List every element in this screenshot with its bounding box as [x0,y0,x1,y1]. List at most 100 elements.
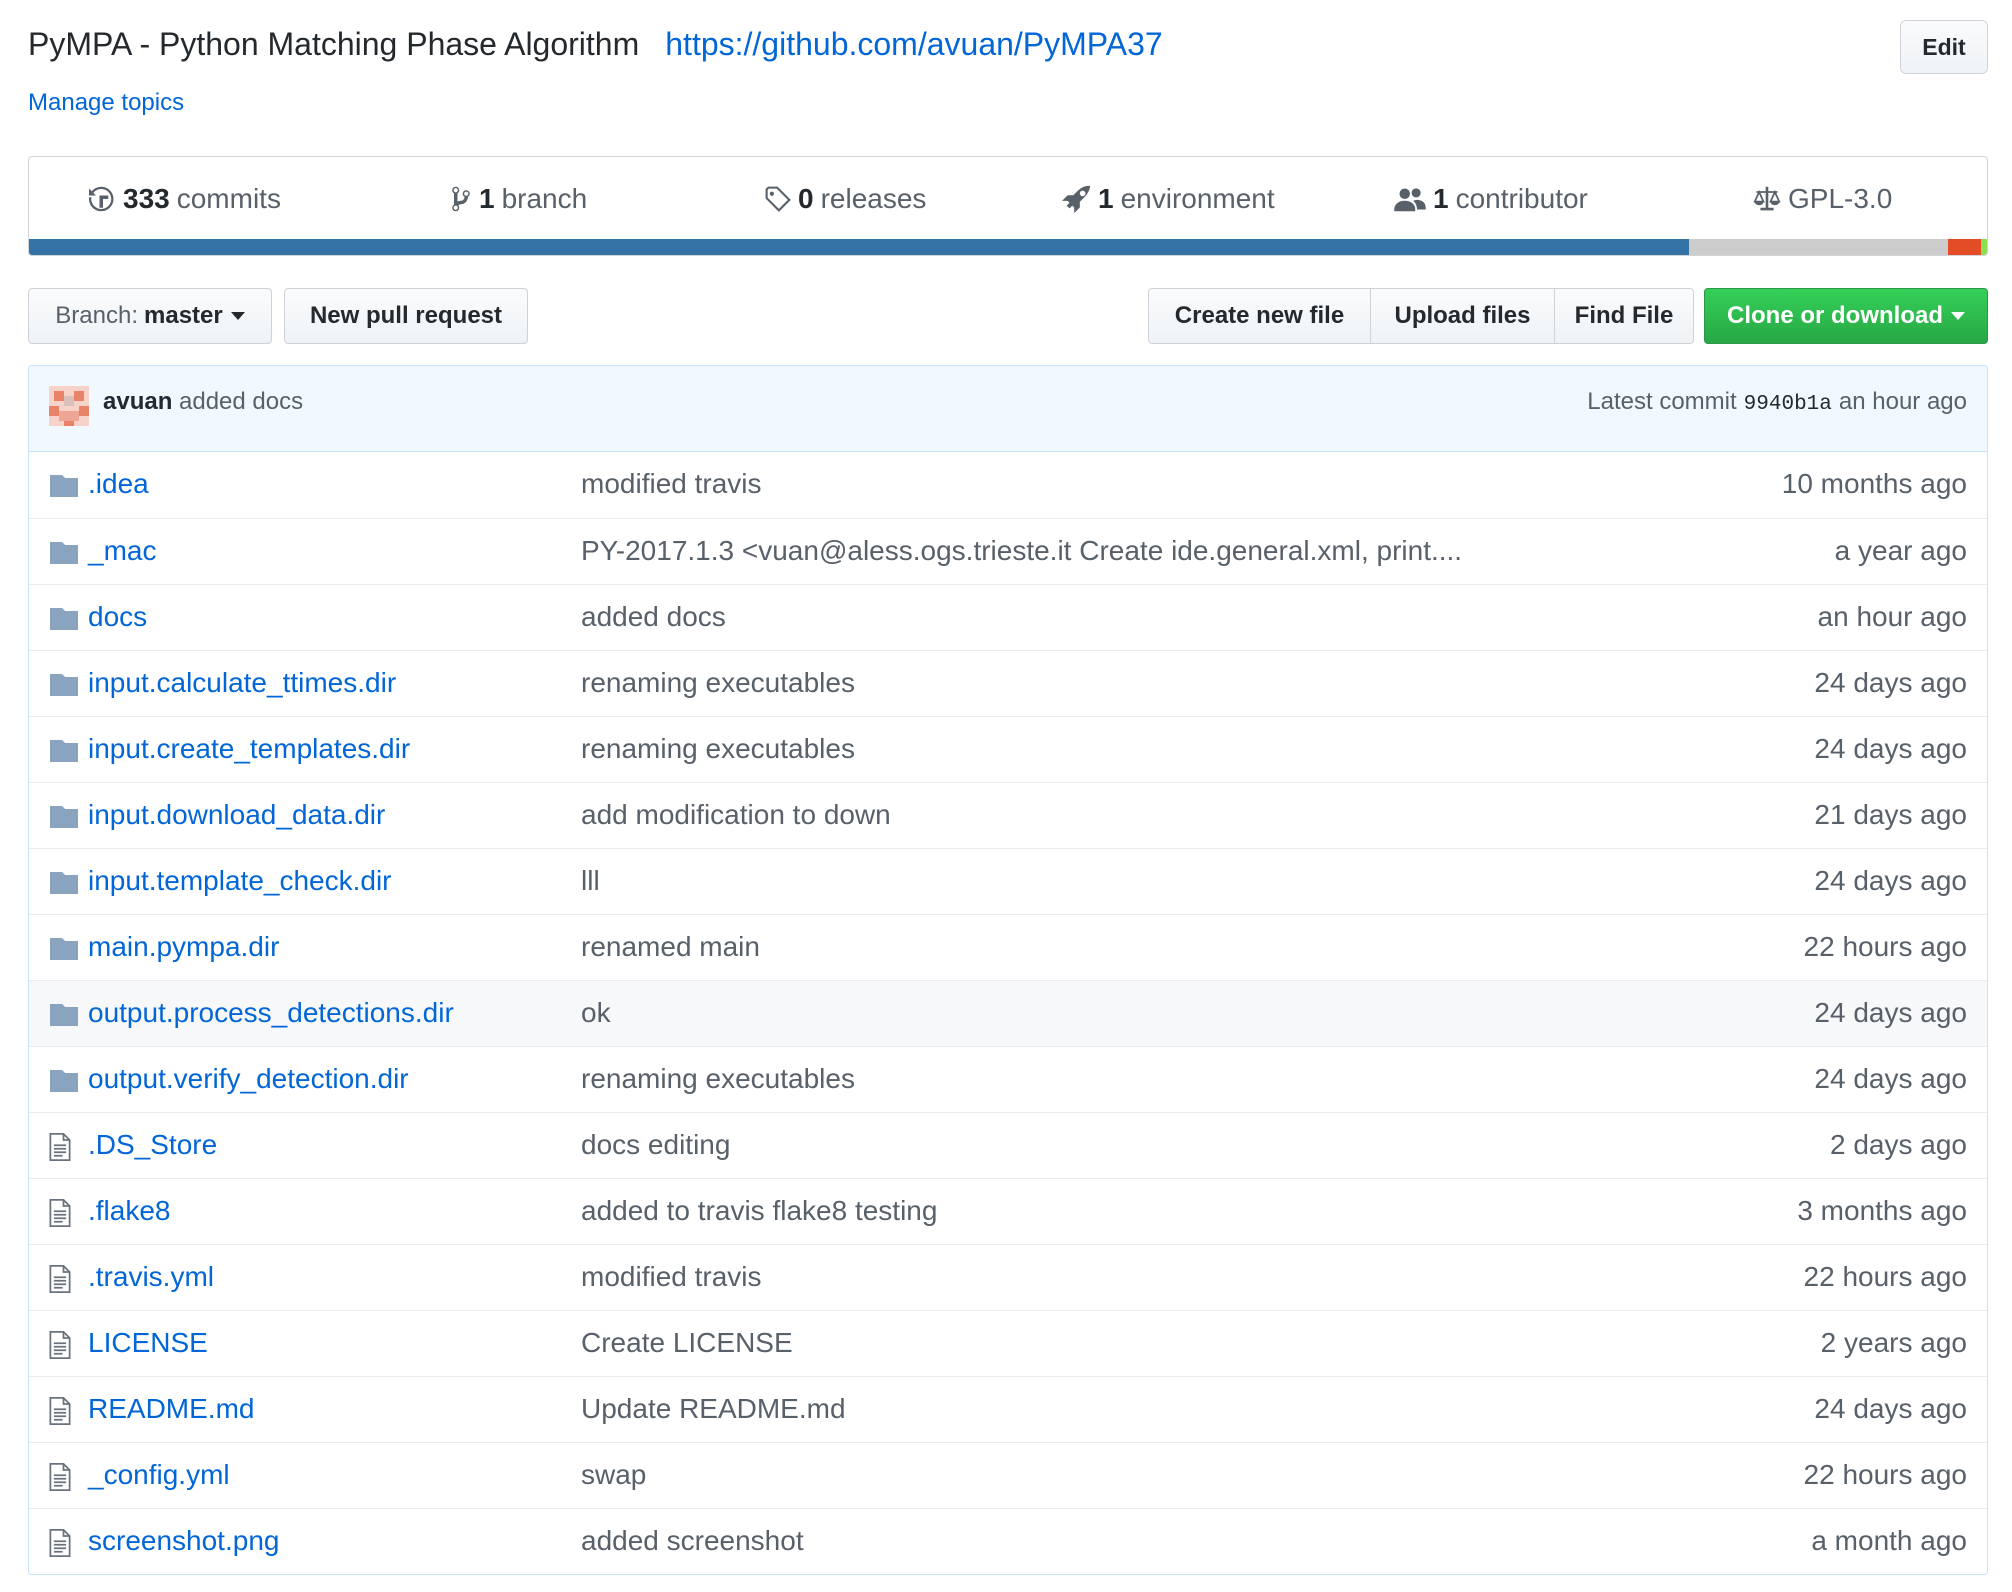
rocket-icon [1062,184,1092,214]
releases-stat[interactable]: 0 releases [764,179,926,219]
environments-stat[interactable]: 1 environment [1062,179,1275,219]
repository-summary: 333 commits 1 branch 0 releases 1 enviro… [28,156,1988,256]
license-stat[interactable]: GPL-3.0 [1752,179,1892,219]
branch-prefix: Branch: [55,302,138,329]
file-commit-message-link[interactable]: modified travis [581,1261,762,1293]
file-icon [49,1265,79,1293]
file-name-link[interactable]: README.md [88,1393,254,1425]
folder-icon [49,803,79,829]
file-rows: .idea modified travis 10 months ago _mac PY-… [29,452,1987,1574]
folder-icon [49,1001,79,1027]
commit-message[interactable]: added docs [179,388,303,416]
file-icon [49,1463,79,1491]
table-row: input.calculate_ttimes.dir renaming execu… [29,650,1987,716]
file-name-link[interactable]: LICENSE [88,1327,208,1359]
file-name-link[interactable]: .travis.yml [88,1261,214,1293]
file-commit-age: 24 days ago [1814,997,1967,1028]
commit-sha[interactable]: 9940b1a [1744,393,1832,416]
file-commit-age: 24 days ago [1814,865,1967,896]
file-name-link[interactable]: main.pympa.dir [88,931,279,963]
file-commit-message-link[interactable]: PY-2017.1.3 <vuan@aless.ogs.trieste.it C… [581,535,1462,567]
clone-or-download-button[interactable]: Clone or download [1704,288,1988,344]
file-name-link[interactable]: _config.yml [88,1459,230,1491]
folder-icon [49,671,79,697]
file-commit-message-link[interactable]: renaming executables [581,667,855,699]
file-commit-message-link[interactable]: swap [581,1459,646,1491]
language-bar-segment[interactable] [29,239,1690,255]
file-list: avuan added docs Latest commit 9940b1a a… [28,365,1988,1575]
avatar[interactable] [49,386,89,426]
latest-commit-bar: avuan added docs Latest commit 9940b1a a… [29,366,1987,452]
upload-files-button[interactable]: Upload files [1371,289,1555,343]
contributors-label: contributor [1455,183,1588,214]
file-commit-message-link[interactable]: lll [581,865,600,897]
commits-stat[interactable]: 333 commits [89,179,281,219]
language-bar-segment[interactable] [1947,239,1982,255]
file-commit-age: 24 days ago [1814,667,1967,698]
file-name-link[interactable]: .idea [88,468,149,500]
folder-icon [49,539,79,565]
manage-topics-link[interactable]: Manage topics [28,89,184,117]
branch-select-button[interactable]: Branch: master [28,288,272,344]
file-commit-message-link[interactable]: add modification to down [581,799,891,831]
find-file-button[interactable]: Find File [1555,289,1693,343]
file-commit-age: 10 months ago [1781,468,1967,499]
file-commit-message-link[interactable]: docs editing [581,1129,730,1161]
file-name-link[interactable]: docs [88,601,147,633]
branches-stat[interactable]: 1 branch [449,179,587,219]
file-commit-message-link[interactable]: renamed main [581,931,760,963]
branches-count: 1 [479,183,495,214]
file-commit-age: a month ago [1811,1525,1967,1556]
edit-description-button[interactable]: Edit [1900,20,1988,74]
clone-or-download-label: Clone or download [1727,302,1943,329]
file-name-link[interactable]: input.create_templates.dir [88,733,410,765]
table-row: LICENSE Create LICENSE 2 years ago [29,1310,1987,1376]
commit-author[interactable]: avuan [103,388,172,416]
chevron-down-icon [1951,312,1965,320]
releases-label: releases [820,183,927,214]
file-commit-age: 22 hours ago [1803,931,1967,962]
file-name-link[interactable]: .DS_Store [88,1129,217,1161]
file-commit-age: 22 hours ago [1803,1261,1967,1292]
file-icon [49,1529,79,1557]
file-name-link[interactable]: input.calculate_ttimes.dir [88,667,396,699]
folder-icon [49,1067,79,1093]
table-row: _config.yml swap 22 hours ago [29,1442,1987,1508]
repository-website-link[interactable]: https://github.com/avuan/PyMPA37 [665,26,1162,63]
table-row: .travis.yml modified travis 22 hours ago [29,1244,1987,1310]
table-row: main.pympa.dir renamed main 22 hours ago [29,914,1987,980]
file-commit-message-link[interactable]: added screenshot [581,1525,804,1557]
releases-count: 0 [798,183,814,214]
file-commit-message-link[interactable]: modified travis [581,468,762,500]
new-pull-request-button[interactable]: New pull request [284,288,528,344]
file-commit-message-link[interactable]: renaming executables [581,1063,855,1095]
file-name-link[interactable]: screenshot.png [88,1525,279,1557]
file-commit-message-link[interactable]: renaming executables [581,733,855,765]
file-commit-age: a year ago [1834,535,1967,566]
file-commit-message-link[interactable]: Create LICENSE [581,1327,793,1359]
file-name-link[interactable]: .flake8 [88,1195,171,1227]
file-commit-message-link[interactable]: ok [581,997,611,1029]
file-commit-message-link[interactable]: added to travis flake8 testing [581,1195,937,1227]
git-branch-icon [449,185,473,213]
file-icon [49,1397,79,1425]
file-name-link[interactable]: output.verify_detection.dir [88,1063,409,1095]
repository-description: PyMPA - Python Matching Phase Algorithm [28,25,640,62]
language-bar-segment[interactable] [1689,239,1948,255]
file-commit-age: 24 days ago [1814,1063,1967,1094]
file-commit-age: 24 days ago [1814,1393,1967,1424]
file-commit-age: an hour ago [1817,601,1967,632]
branches-label: branch [501,183,588,214]
contributors-stat[interactable]: 1 contributor [1393,179,1588,219]
file-actions-button-group: Create new file Upload files Find File [1148,288,1694,344]
file-commit-message-link[interactable]: Update README.md [581,1393,846,1425]
file-commit-message-link[interactable]: added docs [581,601,726,633]
table-row: _mac PY-2017.1.3 <vuan@aless.ogs.trieste.… [29,518,1987,584]
file-name-link[interactable]: _mac [88,535,156,567]
file-name-link[interactable]: output.process_detections.dir [88,997,454,1029]
language-bar-segment[interactable] [1981,239,1987,255]
file-name-link[interactable]: input.template_check.dir [88,865,392,897]
create-new-file-button[interactable]: Create new file [1149,289,1371,343]
file-name-link[interactable]: input.download_data.dir [88,799,385,831]
language-bar[interactable] [29,239,1987,255]
